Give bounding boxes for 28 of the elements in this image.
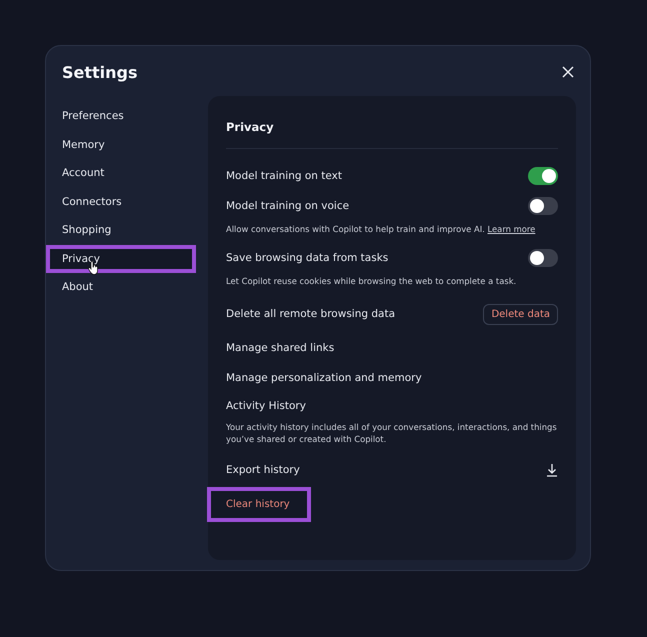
- sidebar-item[interactable]: Memory: [62, 130, 196, 159]
- dialog-title: Settings: [62, 62, 138, 82]
- section-heading: Activity History: [226, 400, 306, 412]
- description-text: Allow conversations with Copilot to help train and improve AI. Learn more: [226, 223, 536, 236]
- setting-label: Model training on text: [226, 170, 342, 182]
- sidebar-item[interactable]: Shopping: [62, 216, 196, 244]
- clear-history-button[interactable]: Clear history: [207, 487, 311, 522]
- delete-data-button[interactable]: Delete data: [483, 304, 558, 324]
- description-text: Your activity history includes all of your conversations, interactions, and things you’ve shared or created with Copilot.: [226, 421, 558, 446]
- sidebar-item[interactable]: Privacy: [46, 244, 196, 273]
- sidebar-item[interactable]: Preferences: [62, 102, 196, 130]
- toggle-switch[interactable]: [528, 197, 558, 215]
- toggle-switch[interactable]: [528, 249, 558, 267]
- sidebar-item[interactable]: Account: [62, 159, 196, 188]
- sidebar-item[interactable]: Connectors: [62, 188, 196, 216]
- close-icon[interactable]: [560, 64, 576, 80]
- toggle-switch[interactable]: [528, 167, 558, 185]
- settings-link[interactable]: Manage personalization and memory: [226, 363, 558, 393]
- learn-more-link[interactable]: Learn more: [488, 224, 536, 234]
- settings-link[interactable]: Manage shared links: [226, 333, 558, 363]
- description-text: Let Copilot reuse cookies while browsing the web to complete a task.: [226, 275, 518, 288]
- sidebar-item[interactable]: About: [62, 273, 196, 302]
- setting-label: Save browsing data from tasks: [226, 252, 388, 264]
- setting-label: Model training on voice: [226, 200, 350, 212]
- setting-label: Export history: [226, 464, 300, 476]
- download-icon[interactable]: [546, 463, 558, 477]
- panel-title: Privacy: [226, 120, 558, 149]
- setting-label: Delete all remote browsing data: [226, 308, 396, 320]
